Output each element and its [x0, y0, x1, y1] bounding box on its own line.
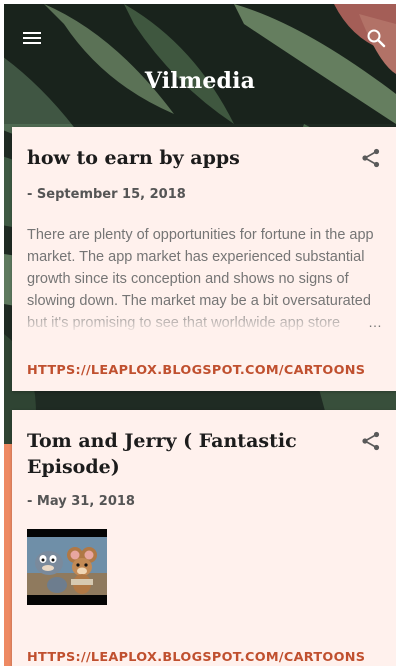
app-frame: Vilmedia how to earn by apps - September… — [4, 4, 396, 666]
post-date: - September 15, 2018 — [27, 187, 186, 202]
search-icon[interactable] — [364, 26, 388, 50]
share-icon[interactable] — [360, 147, 382, 169]
post-snippet: There are plenty of opportunities for fo… — [27, 224, 382, 334]
post-title-link[interactable]: Tom and Jerry ( Fantastic Episode) — [27, 428, 347, 480]
cartoon-thumbnail-image[interactable] — [27, 529, 107, 605]
post-card: how to earn by apps - September 15, 2018… — [12, 127, 396, 391]
post-label-link[interactable]: HTTPS://LEAPLOX.BLOGSPOT.COM/CARTOONS — [27, 650, 365, 665]
post-title-link[interactable]: how to earn by apps — [27, 145, 347, 171]
post-card: Tom and Jerry ( Fantastic Episode) - May… — [12, 410, 396, 666]
share-icon[interactable] — [360, 430, 382, 452]
read-more-ellipsis[interactable]: … — [368, 314, 382, 330]
post-label-link[interactable]: HTTPS://LEAPLOX.BLOGSPOT.COM/CARTOONS — [27, 363, 365, 378]
site-title[interactable]: Vilmedia — [4, 68, 396, 94]
hamburger-menu-icon[interactable] — [20, 26, 44, 50]
post-date: - May 31, 2018 — [27, 494, 135, 509]
